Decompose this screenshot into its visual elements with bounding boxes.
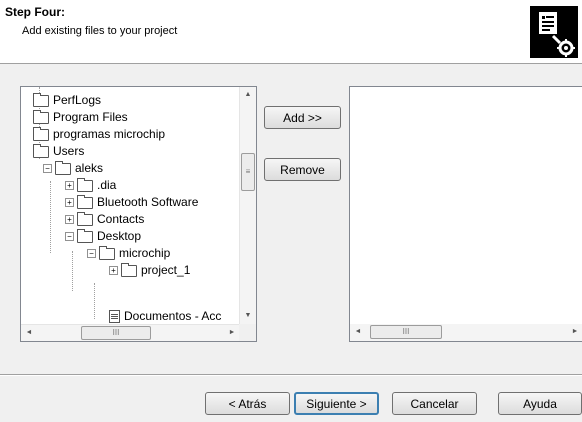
- tree-connector: [50, 181, 51, 253]
- back-button[interactable]: < Atrás: [205, 392, 290, 415]
- tree-item-documentos[interactable]: Documentos - Acc: [109, 308, 221, 325]
- folder-tree[interactable]: PerfLogs Program Files programas microch…: [20, 86, 257, 342]
- folder-icon: [77, 177, 93, 192]
- tree-item-aleks[interactable]: − aleks: [43, 160, 103, 177]
- tree-item-perflogs[interactable]: PerfLogs: [33, 92, 101, 109]
- tree-item-users[interactable]: Users: [33, 143, 84, 160]
- scrollbar-corner: [239, 324, 256, 341]
- remove-button[interactable]: Remove: [264, 158, 341, 181]
- tree-connector: [94, 283, 95, 319]
- tree-item-bluetooth-software[interactable]: + Bluetooth Software: [65, 194, 198, 211]
- folder-icon: [121, 262, 137, 277]
- scroll-right-icon[interactable]: ►: [224, 325, 240, 341]
- collapse-icon[interactable]: −: [65, 232, 74, 242]
- folder-icon: [33, 126, 49, 141]
- tree-item-desktop[interactable]: − Desktop: [65, 228, 141, 245]
- expand-icon[interactable]: +: [109, 266, 118, 276]
- step-title: Step Four:: [5, 5, 65, 19]
- folder-icon: [33, 92, 49, 107]
- folder-icon: [77, 194, 93, 209]
- folder-icon: [33, 143, 49, 158]
- folder-icon: [99, 245, 115, 260]
- help-button[interactable]: Ayuda: [498, 392, 582, 415]
- tree-horizontal-scrollbar[interactable]: ◄ III ►: [21, 324, 240, 341]
- tree-item-contacts[interactable]: + Contacts: [65, 211, 144, 228]
- selected-files-list[interactable]: ◄ III ►: [349, 86, 582, 342]
- collapse-icon[interactable]: −: [87, 249, 96, 259]
- wizard-header: Step Four: Add existing files to your pr…: [0, 0, 582, 64]
- tree-item-project-1[interactable]: + project_1: [109, 262, 190, 279]
- tree-item-dia[interactable]: + .dia: [65, 177, 116, 194]
- horizontal-scroll-thumb[interactable]: III: [370, 325, 442, 339]
- folder-icon: [77, 211, 93, 226]
- scroll-down-icon[interactable]: ▼: [240, 308, 256, 324]
- footer-separator: [0, 374, 582, 376]
- folder-icon: [55, 160, 71, 175]
- tree-item-program-files[interactable]: Program Files: [33, 109, 128, 126]
- cancel-button[interactable]: Cancelar: [392, 392, 477, 415]
- next-button[interactable]: Siguiente >: [294, 392, 379, 415]
- collapse-icon[interactable]: −: [43, 164, 52, 174]
- step-subtitle: Add existing files to your project: [22, 25, 178, 37]
- folder-icon: [33, 109, 49, 124]
- document-gear-icon: [530, 6, 578, 58]
- add-button[interactable]: Add >>: [264, 106, 341, 129]
- expand-icon[interactable]: +: [65, 215, 74, 225]
- tree-item-programas-microchip[interactable]: programas microchip: [33, 126, 165, 143]
- list-horizontal-scrollbar[interactable]: ◄ III ►: [350, 324, 582, 341]
- tree-item-microchip[interactable]: − microchip: [87, 245, 170, 262]
- scroll-left-icon[interactable]: ◄: [350, 324, 366, 340]
- vertical-scroll-thumb[interactable]: ≡: [241, 153, 255, 191]
- scroll-right-icon[interactable]: ►: [567, 324, 582, 340]
- expand-icon[interactable]: +: [65, 198, 74, 208]
- expand-icon[interactable]: +: [65, 181, 74, 191]
- document-icon: [109, 310, 120, 324]
- tree-vertical-scrollbar[interactable]: ▲ ≡ ▼: [239, 87, 256, 324]
- scroll-up-icon[interactable]: ▲: [240, 87, 256, 103]
- horizontal-scroll-thumb[interactable]: III: [81, 326, 151, 340]
- tree-connector: [72, 251, 73, 291]
- scroll-left-icon[interactable]: ◄: [21, 325, 37, 341]
- folder-icon: [77, 228, 93, 243]
